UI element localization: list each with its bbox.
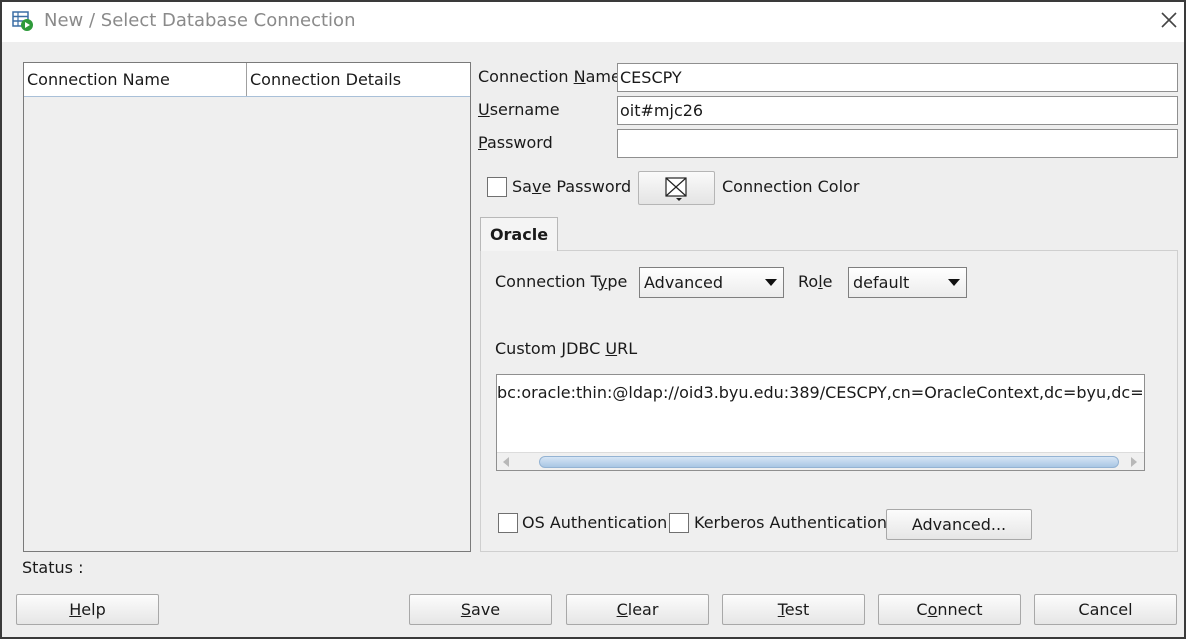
connection-color-label: Connection Color [722,177,860,196]
help-button[interactable]: Help [16,594,159,625]
connection-name-field[interactable]: CESCPY [617,63,1178,92]
test-button[interactable]: Test [722,594,865,625]
role-value: default [853,273,910,292]
column-header-connection-details[interactable]: Connection Details [247,63,470,96]
database-connection-icon [12,11,33,31]
connection-type-label: Connection Type [495,272,628,291]
scrollbar-thumb[interactable] [539,456,1119,468]
custom-jdbc-url-textarea[interactable]: bc:oracle:thin:@ldap://oid3.byu.edu:389/… [496,374,1145,471]
connection-list-table[interactable]: Connection Name Connection Details [23,62,471,552]
connection-type-value: Advanced [644,273,724,292]
os-authentication-label[interactable]: OS Authentication [522,513,667,532]
kerberos-authentication-checkbox[interactable] [669,513,689,533]
scroll-right-icon[interactable] [1131,457,1137,467]
clear-button[interactable]: Clear [566,594,709,625]
username-field[interactable]: oit#mjc26 [617,96,1178,125]
password-field[interactable] [617,129,1178,158]
custom-jdbc-url-label: Custom JDBC URL [495,339,638,358]
table-header: Connection Name Connection Details [24,63,470,97]
save-button[interactable]: Save [409,594,552,625]
username-label: Username [478,100,560,119]
save-password-label[interactable]: Save Password [512,177,631,196]
title-bar: New / Select Database Connection [2,2,1184,42]
tab-oracle[interactable]: Oracle [480,217,558,251]
os-authentication-checkbox[interactable] [498,513,518,533]
chevron-down-icon [765,279,777,286]
window-title: New / Select Database Connection [44,10,356,31]
cancel-button[interactable]: Cancel [1034,594,1177,625]
save-password-checkbox[interactable] [487,177,507,197]
password-label: Password [478,133,553,152]
no-color-swatch-icon [665,177,687,201]
role-select[interactable]: default [848,267,967,298]
status-label: Status : [22,558,84,577]
role-label: Role [798,272,833,291]
close-icon[interactable] [1156,7,1182,33]
connection-color-button[interactable] [638,171,715,205]
column-header-connection-name[interactable]: Connection Name [24,63,247,96]
connection-type-select[interactable]: Advanced [639,267,784,298]
connection-name-label: Connection Name [478,67,621,86]
chevron-down-icon [948,279,960,286]
custom-jdbc-url-text: bc:oracle:thin:@ldap://oid3.byu.edu:389/… [497,383,1145,402]
horizontal-scrollbar[interactable] [497,452,1144,470]
connect-button[interactable]: Connect [878,594,1021,625]
scroll-left-icon[interactable] [503,457,509,467]
advanced-button[interactable]: Advanced... [886,509,1032,540]
dialog-window: New / Select Database Connection Connect… [0,0,1186,639]
kerberos-authentication-label[interactable]: Kerberos Authentication [694,513,887,532]
